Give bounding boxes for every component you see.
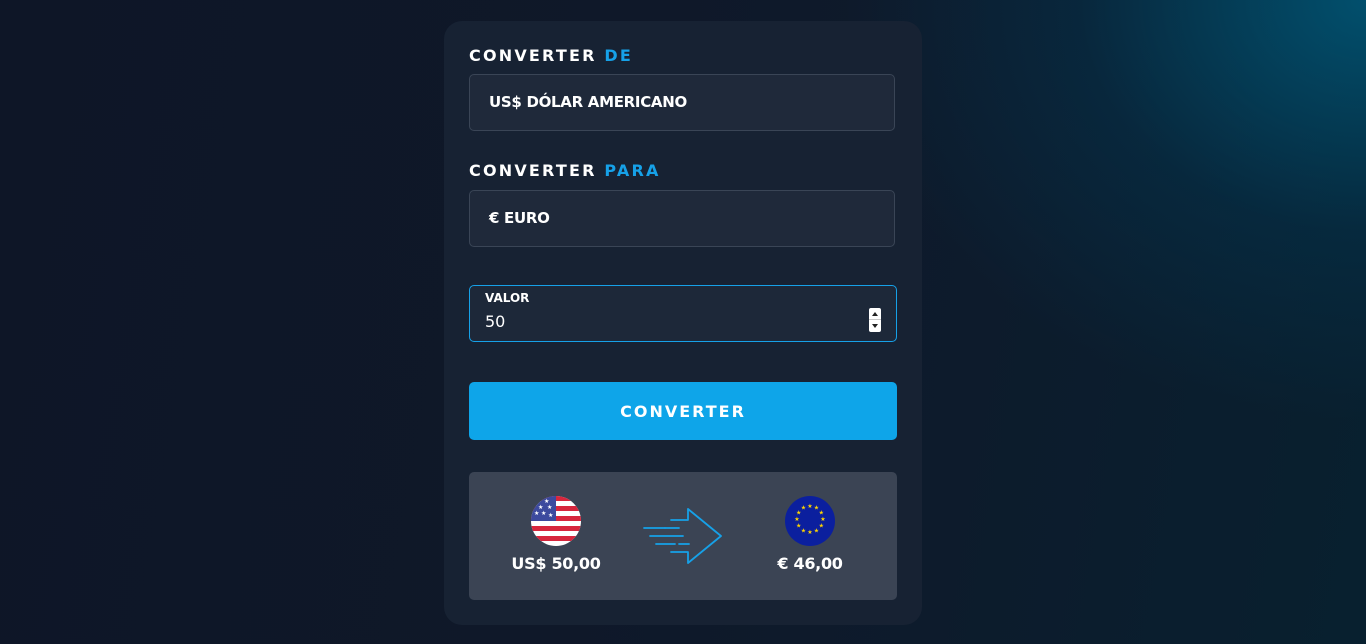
eu-flag-icon: ★ ★ ★ ★ ★ ★ ★ ★ ★ ★ ★ ★ (785, 496, 835, 546)
svg-text:★: ★ (548, 512, 553, 519)
from-label-prefix: CONVERTER (469, 46, 597, 65)
convert-button[interactable]: CONVERTER (469, 382, 897, 440)
svg-text:★: ★ (794, 516, 799, 523)
us-flag-icon: ★ ★ ★ ★ ★ ★ (531, 496, 581, 546)
to-label-prefix: CONVERTER (469, 161, 597, 180)
result-panel: ★ ★ ★ ★ ★ ★ US$ 50,00 ★ ★ ★ ★ ★ ★ ★ ★ ★ … (469, 472, 897, 600)
to-label-accent: PARA (604, 161, 661, 180)
svg-text:★: ★ (819, 523, 824, 530)
svg-text:★: ★ (814, 527, 819, 534)
stepper-down-button[interactable] (869, 320, 881, 332)
from-currency-label: CONVERTER DE (469, 46, 633, 65)
chevron-up-icon (872, 311, 878, 316)
svg-text:★: ★ (547, 504, 552, 511)
svg-text:★: ★ (541, 510, 546, 517)
amount-label: VALOR (485, 291, 530, 305)
svg-text:★: ★ (534, 510, 539, 517)
converter-card: CONVERTER DE US$ DÓLAR AMERICANO CONVERT… (444, 21, 922, 625)
svg-text:★: ★ (807, 503, 812, 510)
chevron-down-icon (872, 324, 878, 328)
svg-text:★: ★ (801, 505, 806, 512)
amount-stepper (869, 308, 881, 332)
svg-text:★: ★ (801, 527, 806, 534)
amount-field: VALOR (469, 285, 897, 342)
from-label-accent: DE (604, 46, 634, 65)
to-currency-value: € EURO (489, 209, 550, 227)
svg-text:★: ★ (807, 529, 812, 536)
from-currency-select[interactable]: US$ DÓLAR AMERICANO (469, 74, 895, 131)
to-amount: € 46,00 (777, 554, 843, 573)
from-currency-value: US$ DÓLAR AMERICANO (489, 93, 687, 111)
fast-arrow-right-icon (643, 508, 723, 566)
to-currency-select[interactable]: € EURO (469, 190, 895, 247)
to-currency-label: CONVERTER PARA (469, 161, 661, 180)
from-amount: US$ 50,00 (511, 554, 601, 573)
amount-input[interactable] (485, 310, 855, 332)
svg-text:★: ★ (796, 523, 801, 530)
stepper-up-button[interactable] (869, 308, 881, 320)
